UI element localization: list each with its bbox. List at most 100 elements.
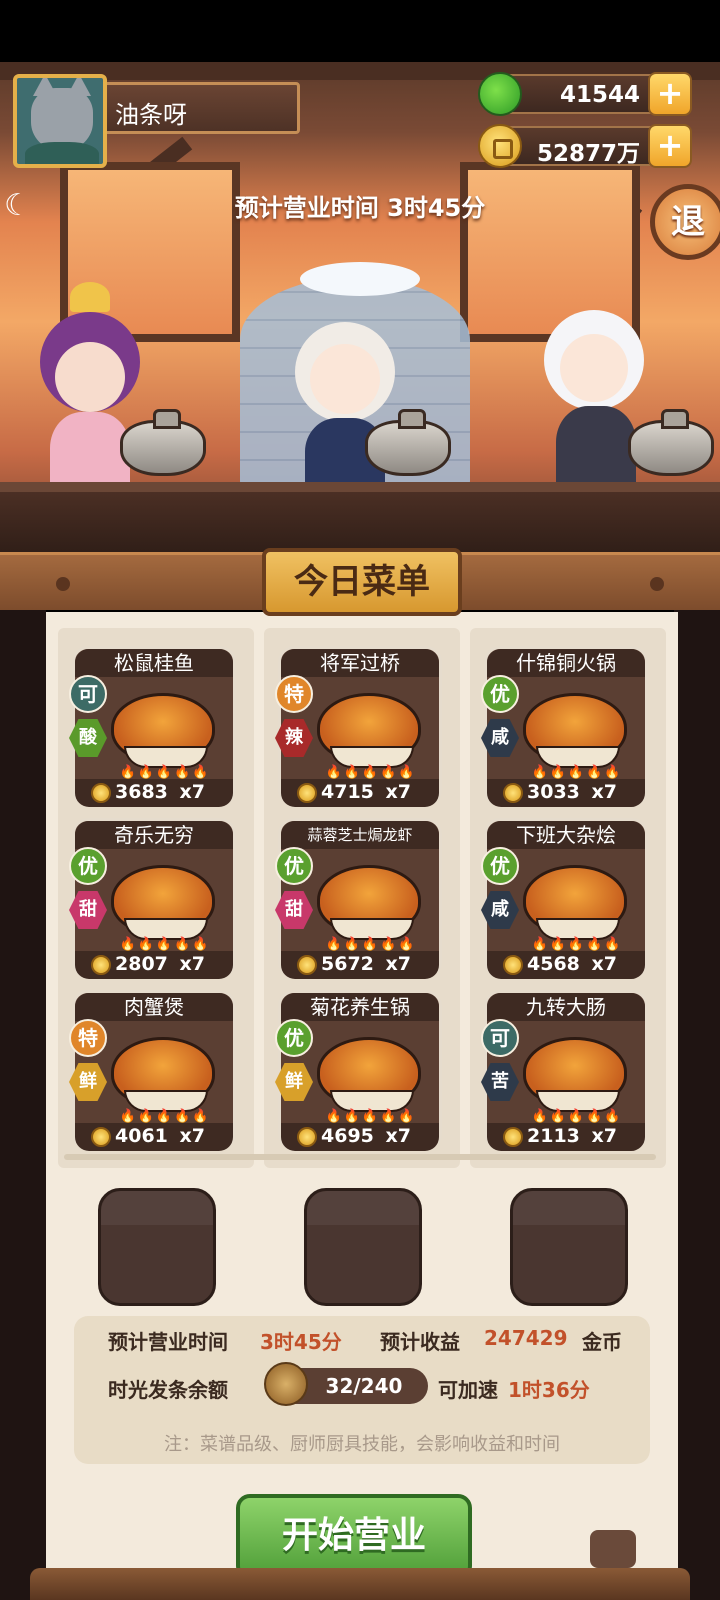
- dish-card[interactable]: 松鼠桂鱼可酸 🔥🔥🔥🔥🔥 3683 x7: [69, 646, 236, 807]
- quality-badge: 特: [275, 675, 313, 713]
- dish-image: [523, 693, 627, 768]
- bar-knob: [650, 577, 664, 591]
- dish-quantity: x7: [591, 781, 617, 803]
- empty-dish-slot[interactable]: [510, 1188, 628, 1306]
- flavor-badge: 咸: [481, 719, 519, 757]
- quality-badge: 优: [275, 847, 313, 885]
- price-row: 5672 x7: [281, 951, 439, 979]
- coin-icon: [91, 955, 111, 975]
- dish-image: [523, 865, 627, 940]
- flame-icons: 🔥🔥🔥🔥🔥: [325, 1109, 417, 1124]
- dish-card[interactable]: 肉蟹煲特鲜 🔥🔥🔥🔥🔥 4061 x7: [69, 990, 236, 1151]
- price-row: 4715 x7: [281, 779, 439, 807]
- dish-name: 九转大肠: [487, 993, 645, 1021]
- flavor-badge: 苦: [481, 1063, 519, 1101]
- dish-card[interactable]: 将军过桥特辣 🔥🔥🔥🔥🔥 4715 x7: [275, 646, 442, 807]
- flame-icons: 🔥🔥🔥🔥🔥: [531, 937, 623, 952]
- dish-quantity: x7: [385, 953, 411, 975]
- empty-dish-slot[interactable]: [304, 1188, 422, 1306]
- dish-card[interactable]: 菊花养生锅优鲜 🔥🔥🔥🔥🔥 4695 x7: [275, 990, 442, 1151]
- cooking-pot: [120, 409, 206, 476]
- dish-price: 2113: [527, 1125, 580, 1147]
- dish-image: [317, 1037, 421, 1112]
- flavor-badge: 辣: [275, 719, 313, 757]
- flavor-badge: 鲜: [275, 1063, 313, 1101]
- bottom-wood-bar: [30, 1568, 690, 1600]
- dish-name: 肉蟹煲: [75, 993, 233, 1021]
- apple-resource: 41544 +: [478, 72, 692, 116]
- dish-name: 松鼠桂鱼: [75, 649, 233, 677]
- apple-count: 41544: [559, 82, 640, 108]
- wolf-avatar-icon: [31, 78, 93, 150]
- dish-card[interactable]: 下班大杂烩优咸 🔥🔥🔥🔥🔥 4568 x7: [481, 818, 648, 979]
- estimated-time-header: 预计营业时间 3时45分: [234, 194, 486, 222]
- add-coins-button[interactable]: +: [648, 124, 692, 168]
- dish-name: 菊花养生锅: [281, 993, 439, 1021]
- balance-value: 32/240: [325, 1374, 403, 1398]
- price-row: 4061 x7: [75, 1123, 233, 1151]
- player-avatar[interactable]: [13, 74, 107, 168]
- add-apples-button[interactable]: +: [648, 72, 692, 116]
- dish-name: 奇乐无穷: [75, 821, 233, 849]
- dish-card[interactable]: 什锦铜火锅优咸 🔥🔥🔥🔥🔥 3033 x7: [481, 646, 648, 807]
- coin-icon: [297, 955, 317, 975]
- dish-image: [111, 865, 215, 940]
- player-name-box: 油条呀: [100, 82, 300, 134]
- coin-resource: 52877万 +: [478, 124, 692, 168]
- bar-knob: [56, 577, 70, 591]
- panel-side: [674, 610, 720, 1600]
- dish-price: 4568: [527, 953, 580, 975]
- dish-image: [523, 1037, 627, 1112]
- flame-icons: 🔥🔥🔥🔥🔥: [531, 765, 623, 780]
- dish-card[interactable]: 九转大肠可苦 🔥🔥🔥🔥🔥 2113 x7: [481, 990, 648, 1151]
- income-value: 247429: [484, 1326, 568, 1350]
- dish-quantity: x7: [179, 781, 205, 803]
- empty-dish-slot[interactable]: [98, 1188, 216, 1306]
- dish-price: 4695: [321, 1125, 374, 1147]
- dish-name: 什锦铜火锅: [487, 649, 645, 677]
- time-label: 预计营业时间: [108, 1330, 228, 1354]
- income-label: 预计收益: [380, 1330, 460, 1354]
- flavor-badge: 咸: [481, 891, 519, 929]
- dish-name: 蒜蓉芝士焗龙虾: [281, 821, 439, 849]
- dish-image: [111, 693, 215, 768]
- flavor-badge: 酸: [69, 719, 107, 757]
- menu-title: 今日菜单: [294, 562, 430, 602]
- price-row: 2807 x7: [75, 951, 233, 979]
- price-row: 3033 x7: [487, 779, 645, 807]
- dish-quantity: x7: [591, 953, 617, 975]
- time-value: 3时45分: [260, 1330, 342, 1354]
- dish-image: [317, 865, 421, 940]
- clockwork-key-icon: [264, 1362, 308, 1406]
- price-row: 2113 x7: [487, 1123, 645, 1151]
- chef-right[interactable]: [530, 310, 660, 500]
- flavor-badge: 鲜: [69, 1063, 107, 1101]
- income-unit: 金币: [582, 1330, 622, 1354]
- speedup-label: 可加速: [438, 1378, 498, 1402]
- panel-side: [0, 610, 46, 1600]
- cooking-pot: [365, 409, 451, 476]
- dish-image: [317, 693, 421, 768]
- dish-price: 4715: [321, 781, 374, 803]
- speedup-value: 1时36分: [508, 1378, 590, 1402]
- exit-button[interactable]: 退: [650, 184, 720, 260]
- coin-count: 52877万: [536, 141, 640, 167]
- quality-badge: 优: [481, 847, 519, 885]
- dish-quantity: x7: [179, 953, 205, 975]
- price-row: 4695 x7: [281, 1123, 439, 1151]
- coin-icon: [478, 124, 522, 168]
- dish-quantity: x7: [179, 1125, 205, 1147]
- quality-badge: 可: [69, 675, 107, 713]
- utensil-jar: [590, 1530, 636, 1568]
- flame-icons: 🔥🔥🔥🔥🔥: [531, 1109, 623, 1124]
- dish-quantity: x7: [591, 1125, 617, 1147]
- quality-badge: 特: [69, 1019, 107, 1057]
- apple-icon: [478, 72, 522, 116]
- status-bar: [0, 0, 720, 62]
- coin-icon: [91, 1127, 111, 1147]
- avatar-coat: [25, 142, 99, 164]
- dish-card[interactable]: 蒜蓉芝士焗龙虾优甜 🔥🔥🔥🔥🔥 5672 x7: [275, 818, 442, 979]
- coin-icon: [91, 783, 111, 803]
- dish-card[interactable]: 奇乐无穷优甜 🔥🔥🔥🔥🔥 2807 x7: [69, 818, 236, 979]
- flame-icons: 🔥🔥🔥🔥🔥: [325, 765, 417, 780]
